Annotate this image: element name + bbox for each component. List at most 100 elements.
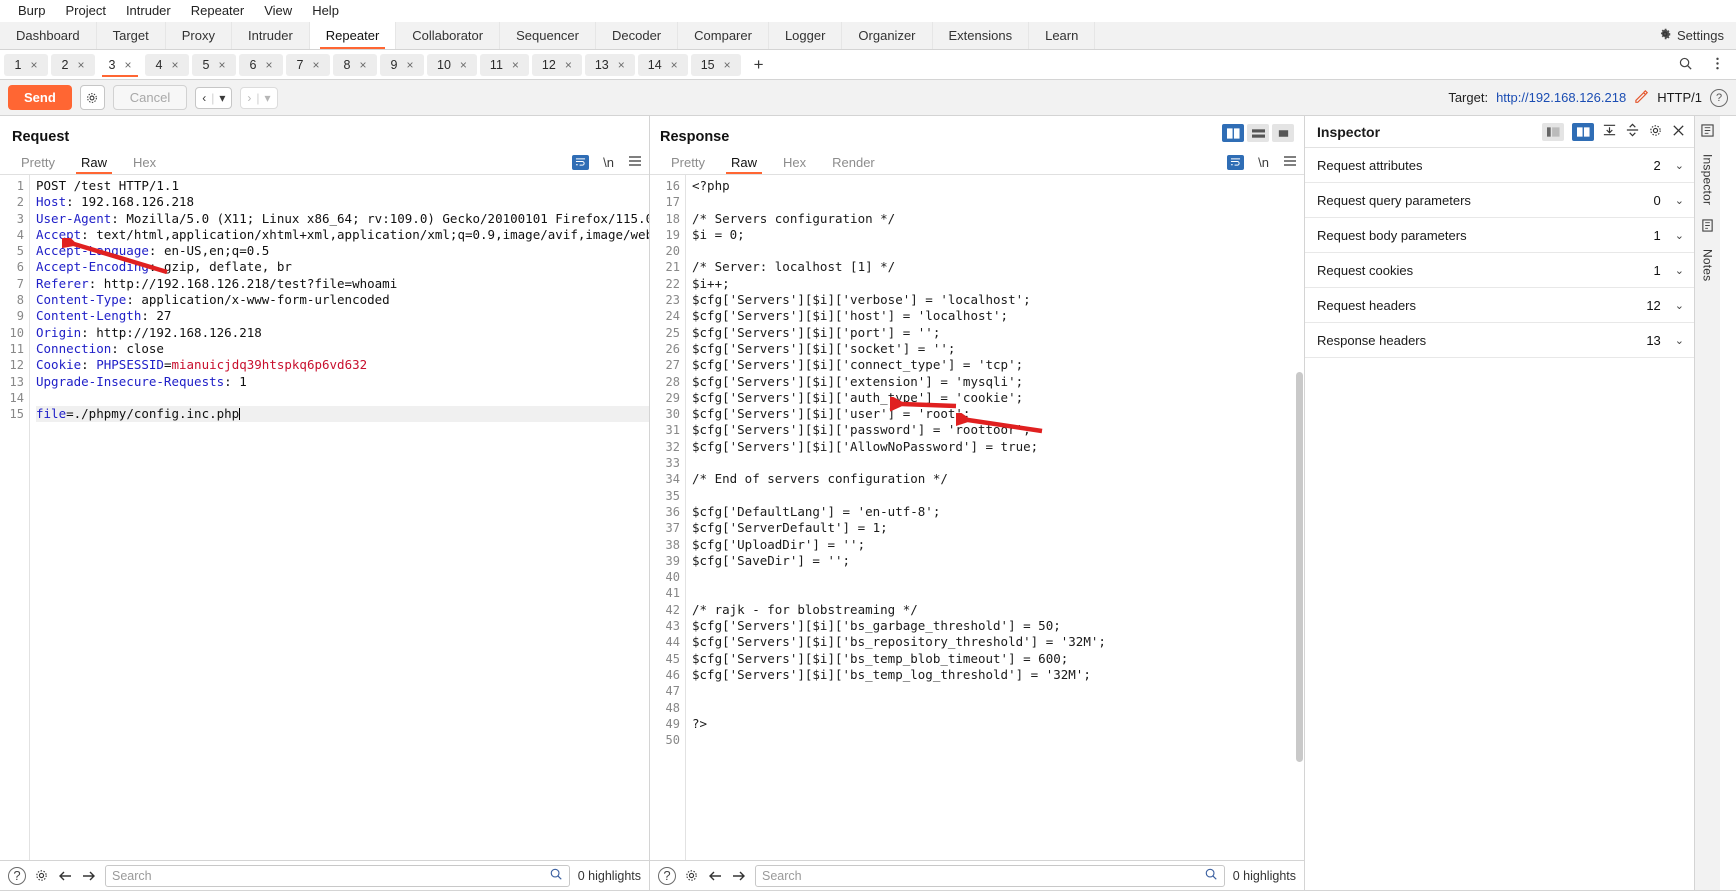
repeater-tab-13[interactable]: 13 ×: [584, 53, 635, 76]
repeater-tab-5[interactable]: 5 ×: [192, 53, 236, 76]
cancel-button[interactable]: Cancel: [112, 85, 188, 110]
editor-menu-icon[interactable]: [621, 155, 649, 170]
more-options-icon[interactable]: [1703, 56, 1732, 74]
code-line[interactable]: [692, 683, 1304, 699]
chevron-down-icon[interactable]: ▾: [265, 91, 271, 105]
tab-intruder[interactable]: Intruder: [232, 22, 310, 49]
layout-side-by-side-button[interactable]: [1222, 124, 1244, 142]
inspector-rail-label[interactable]: Inspector: [1701, 154, 1715, 205]
search-icon[interactable]: [1671, 56, 1700, 74]
tab-extensions[interactable]: Extensions: [933, 22, 1030, 49]
inspector-row-request-cookies[interactable]: Request cookies 1 ⌄: [1305, 253, 1694, 288]
code-line[interactable]: $cfg['Servers'][$i]['bs_temp_blob_timeou…: [692, 651, 1304, 667]
tab-decoder[interactable]: Decoder: [596, 22, 679, 49]
inspector-settings-gear-icon[interactable]: [1648, 123, 1663, 141]
close-icon[interactable]: ×: [512, 58, 519, 72]
edit-pencil-icon[interactable]: [1634, 89, 1649, 107]
word-wrap-toggle[interactable]: [565, 154, 596, 171]
code-line[interactable]: [692, 569, 1304, 585]
code-line[interactable]: $cfg['Servers'][$i]['port'] = '';: [692, 325, 1304, 341]
code-line[interactable]: Cookie: PHPSESSID=mianuicjdq39htspkq6p6v…: [36, 357, 649, 373]
inspector-layout-left-button[interactable]: [1542, 122, 1564, 141]
code-line[interactable]: $cfg['Servers'][$i]['bs_temp_log_thresho…: [692, 667, 1304, 683]
help-icon[interactable]: ?: [8, 866, 26, 885]
find-next-icon[interactable]: [81, 869, 97, 883]
word-wrap-toggle[interactable]: [1220, 154, 1251, 171]
menu-item-project[interactable]: Project: [55, 1, 115, 20]
find-previous-icon[interactable]: [57, 869, 73, 883]
close-icon[interactable]: ×: [124, 58, 131, 72]
response-tab-pretty[interactable]: Pretty: [658, 151, 718, 174]
code-line[interactable]: Content-Length: 27: [36, 308, 649, 324]
repeater-tab-6[interactable]: 6 ×: [239, 53, 283, 76]
code-line[interactable]: $cfg['UploadDir'] = '';: [692, 537, 1304, 553]
inspector-row-request-attributes[interactable]: Request attributes 2 ⌄: [1305, 148, 1694, 183]
code-line[interactable]: ?>: [692, 716, 1304, 732]
tab-sequencer[interactable]: Sequencer: [500, 22, 596, 49]
close-icon[interactable]: ×: [30, 58, 37, 72]
inspector-row-request-headers[interactable]: Request headers 12 ⌄: [1305, 288, 1694, 323]
code-line[interactable]: $cfg['Servers'][$i]['auth_type'] = 'cook…: [692, 390, 1304, 406]
code-line[interactable]: Upgrade-Insecure-Requests: 1: [36, 374, 649, 390]
code-line[interactable]: [692, 585, 1304, 601]
code-line[interactable]: Host: 192.168.126.218: [36, 194, 649, 210]
menu-item-burp[interactable]: Burp: [8, 1, 55, 20]
close-icon[interactable]: ×: [406, 58, 413, 72]
code-line[interactable]: $i++;: [692, 276, 1304, 292]
code-line[interactable]: [36, 390, 649, 406]
tab-target[interactable]: Target: [97, 22, 166, 49]
code-line[interactable]: $cfg['DefaultLang'] = 'en-utf-8';: [692, 504, 1304, 520]
menu-item-repeater[interactable]: Repeater: [181, 1, 254, 20]
inspector-row-response-headers[interactable]: Response headers 13 ⌄: [1305, 323, 1694, 358]
code-line[interactable]: [692, 194, 1304, 210]
code-line[interactable]: $cfg['Servers'][$i]['verbose'] = 'localh…: [692, 292, 1304, 308]
response-tab-render[interactable]: Render: [819, 151, 888, 174]
close-icon[interactable]: ×: [565, 58, 572, 72]
chevron-down-icon[interactable]: ⌄: [1675, 334, 1684, 347]
code-line[interactable]: [692, 243, 1304, 259]
help-icon[interactable]: ?: [658, 866, 676, 885]
notes-rail-icon[interactable]: [1701, 219, 1714, 235]
http-version-label[interactable]: HTTP/1: [1657, 90, 1702, 105]
close-icon[interactable]: ×: [618, 58, 625, 72]
inspector-row-request-body-parameters[interactable]: Request body parameters 1 ⌄: [1305, 218, 1694, 253]
search-icon[interactable]: [549, 867, 563, 884]
show-newlines-toggle[interactable]: \n: [596, 155, 621, 170]
repeater-tab-4[interactable]: 4 ×: [145, 53, 189, 76]
repeater-tab-1[interactable]: 1 ×: [4, 53, 48, 76]
code-line[interactable]: Accept-Encoding: gzip, deflate, br: [36, 259, 649, 275]
back-button[interactable]: ‹ | ▾: [195, 86, 233, 109]
tab-collaborator[interactable]: Collaborator: [396, 22, 501, 49]
request-search-box[interactable]: [105, 864, 570, 887]
code-line[interactable]: $i = 0;: [692, 227, 1304, 243]
notes-rail-label[interactable]: Notes: [1701, 249, 1715, 281]
code-line[interactable]: $cfg['Servers'][$i]['user'] = 'root';: [692, 406, 1304, 422]
layout-stacked-button[interactable]: [1247, 124, 1269, 142]
search-settings-gear-icon[interactable]: [684, 868, 699, 883]
send-button[interactable]: Send: [8, 85, 72, 110]
chevron-down-icon[interactable]: ⌄: [1675, 159, 1684, 172]
close-icon[interactable]: ×: [724, 58, 731, 72]
code-line[interactable]: [692, 455, 1304, 471]
repeater-tab-2[interactable]: 2 ×: [51, 53, 95, 76]
add-repeater-tab-button[interactable]: +: [744, 54, 774, 76]
tab-logger[interactable]: Logger: [769, 22, 843, 49]
response-tab-hex[interactable]: Hex: [770, 151, 819, 174]
code-line[interactable]: $cfg['Servers'][$i]['AllowNoPassword'] =…: [692, 439, 1304, 455]
search-settings-gear-icon[interactable]: [34, 868, 49, 883]
code-line[interactable]: [692, 488, 1304, 504]
chevron-down-icon[interactable]: ⌄: [1675, 194, 1684, 207]
scrollbar-thumb[interactable]: [1296, 372, 1303, 762]
code-line[interactable]: $cfg['Servers'][$i]['password'] = 'roott…: [692, 422, 1304, 438]
code-line[interactable]: $cfg['ServerDefault'] = 1;: [692, 520, 1304, 536]
tab-proxy[interactable]: Proxy: [166, 22, 232, 49]
code-line[interactable]: User-Agent: Mozilla/5.0 (X11; Linux x86_…: [36, 211, 649, 227]
close-icon[interactable]: ×: [77, 58, 84, 72]
response-editor[interactable]: 16 17 18 19 20 21 22 23 24 25 26 27 28 29 30 31 32 33 34 35…: [650, 175, 1304, 860]
repeater-tab-7[interactable]: 7 ×: [286, 53, 330, 76]
menu-item-help[interactable]: Help: [302, 1, 349, 20]
response-scrollbar[interactable]: [1295, 207, 1304, 830]
expand-all-icon[interactable]: [1625, 123, 1640, 140]
code-line[interactable]: $cfg['Servers'][$i]['bs_repository_thres…: [692, 634, 1304, 650]
search-icon[interactable]: [1204, 867, 1218, 884]
